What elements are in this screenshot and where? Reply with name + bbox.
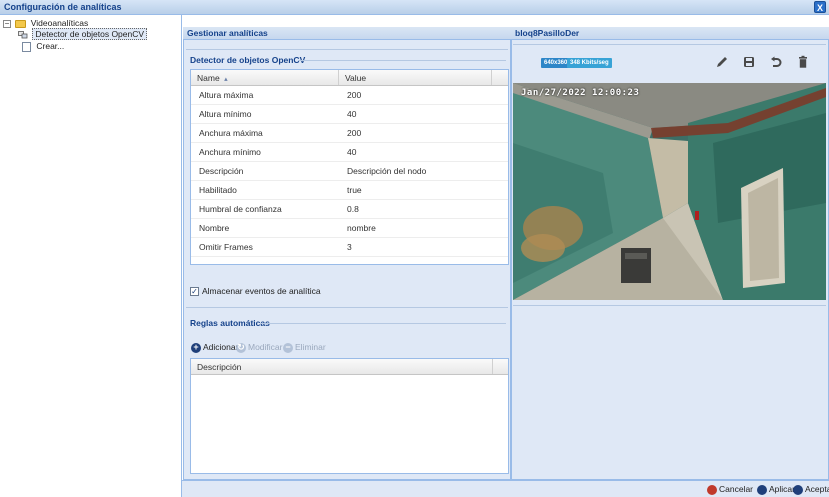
sort-ascending-icon: ▴ bbox=[224, 76, 228, 83]
plus-icon: + bbox=[191, 342, 201, 353]
window-titlebar: Configuración de analíticas X bbox=[0, 0, 829, 15]
undo-icon[interactable] bbox=[769, 55, 783, 69]
divider bbox=[186, 307, 508, 308]
minus-icon: − bbox=[283, 342, 293, 353]
divider bbox=[298, 60, 506, 61]
close-button[interactable]: X bbox=[814, 1, 826, 13]
add-rule-button[interactable]: + Adicionar bbox=[191, 341, 238, 353]
property-value[interactable]: 40 bbox=[339, 143, 492, 161]
property-value[interactable]: 200 bbox=[339, 86, 492, 104]
table-row[interactable]: Nombre nombre bbox=[191, 219, 508, 238]
table-row[interactable]: Anchura máxima 200 bbox=[191, 124, 508, 143]
property-value[interactable]: true bbox=[339, 181, 492, 199]
grid-header: Descripción bbox=[191, 359, 508, 375]
column-header-name[interactable]: Name ▴ bbox=[191, 70, 339, 85]
property-name: Anchura máxima bbox=[199, 128, 263, 138]
property-name: Altura mínimo bbox=[199, 109, 252, 119]
property-value[interactable]: 200 bbox=[339, 124, 492, 142]
modify-rule-label: Modificar bbox=[248, 342, 283, 352]
property-name: Descripción bbox=[199, 166, 244, 176]
add-rule-label: Adicionar bbox=[203, 342, 239, 352]
collapse-toggle[interactable]: − bbox=[3, 19, 11, 28]
property-name: Habilitado bbox=[199, 185, 237, 195]
property-value[interactable]: Descripción del nodo bbox=[339, 162, 492, 180]
cancel-icon bbox=[707, 484, 717, 495]
column-header-value[interactable]: Value bbox=[339, 70, 492, 85]
divider bbox=[186, 49, 508, 50]
delete-rule-button[interactable]: − Eliminar bbox=[283, 341, 326, 353]
manage-panel-header: Gestionar analíticas bbox=[183, 27, 511, 40]
table-row[interactable]: Anchura mínimo 40 bbox=[191, 143, 508, 162]
accept-label: Aceptar bbox=[805, 484, 829, 494]
camera-video-frame[interactable]: Jan/27/2022 12:00:23 bbox=[513, 83, 826, 300]
divider bbox=[260, 323, 506, 324]
table-row[interactable]: Altura mínimo 40 bbox=[191, 105, 508, 124]
detector-section-title: Detector de objetos OpenCV bbox=[190, 55, 306, 65]
apply-button[interactable]: Aplicar bbox=[757, 484, 795, 495]
properties-grid: Name ▴ Value Altura máxima 200 Altura míni… bbox=[190, 69, 509, 265]
column-header-spacer bbox=[493, 359, 508, 374]
property-name: Humbral de confianza bbox=[199, 204, 282, 214]
accept-button[interactable]: Aceptar bbox=[793, 484, 829, 495]
save-icon[interactable] bbox=[742, 55, 756, 69]
property-name: Altura máxima bbox=[199, 90, 254, 100]
cancel-label: Cancelar bbox=[719, 484, 754, 494]
rules-section-title: Reglas automáticas bbox=[190, 318, 270, 328]
store-events-checkbox[interactable]: ✓ bbox=[190, 287, 199, 296]
modify-rule-button[interactable]: ↻ Modificar bbox=[236, 341, 282, 353]
table-row[interactable]: Humbral de confianza 0.8 bbox=[191, 200, 508, 219]
analytics-tree: − Videoanalíticas Detector de objetos Op… bbox=[0, 15, 182, 497]
camera-panel-header: bloq8PasilloDer bbox=[511, 27, 829, 40]
property-name: Anchura mínimo bbox=[199, 147, 261, 157]
trash-icon[interactable] bbox=[796, 55, 810, 69]
property-value[interactable]: 3 bbox=[339, 238, 492, 256]
property-value[interactable]: 40 bbox=[339, 105, 492, 123]
property-value[interactable]: 0.8 bbox=[339, 200, 492, 218]
cancel-button[interactable]: Cancelar bbox=[707, 484, 753, 495]
table-row[interactable]: Descripción Descripción del nodo bbox=[191, 162, 508, 181]
property-value[interactable]: nombre bbox=[339, 219, 492, 237]
store-events-label: Almacenar eventos de analítica bbox=[202, 286, 321, 296]
table-row[interactable]: Omitir Frames 3 bbox=[191, 238, 508, 257]
window-title: Configuración de analíticas bbox=[4, 2, 122, 12]
dialog-footer: Cancelar Aplicar Aceptar bbox=[182, 480, 829, 497]
delete-rule-label: Eliminar bbox=[295, 342, 326, 352]
pencil-icon[interactable] bbox=[715, 55, 729, 69]
bitrate-badge: 348 Kbits/seg bbox=[567, 58, 612, 68]
grid-header: Name ▴ Value bbox=[191, 70, 508, 86]
folder-icon bbox=[15, 19, 27, 28]
divider bbox=[513, 44, 826, 45]
edit-icon: ↻ bbox=[236, 341, 246, 353]
property-name: Omitir Frames bbox=[199, 242, 253, 252]
tree-node-label: Detector de objetos OpenCV bbox=[32, 28, 148, 40]
column-header-spacer bbox=[492, 70, 508, 85]
property-name: Nombre bbox=[199, 223, 230, 233]
resolution-badge: 640x360 bbox=[541, 58, 571, 68]
video-timestamp: Jan/27/2022 12:00:23 bbox=[521, 88, 640, 98]
check-icon bbox=[793, 484, 803, 495]
document-icon bbox=[22, 41, 31, 52]
tree-node-label: Videoanalíticas bbox=[30, 18, 89, 28]
camera-scene-image bbox=[513, 83, 826, 300]
rules-grid: Descripción bbox=[190, 358, 509, 474]
tree-node-opencv-detector[interactable]: Detector de objetos OpenCV bbox=[18, 28, 148, 40]
column-label: Name bbox=[197, 73, 220, 83]
tree-node-create[interactable]: Crear... bbox=[22, 40, 64, 52]
apply-label: Aplicar bbox=[769, 484, 795, 494]
table-row[interactable]: Habilitado true bbox=[191, 181, 508, 200]
column-header-description[interactable]: Descripción bbox=[191, 359, 493, 374]
divider bbox=[513, 305, 826, 306]
tree-node-label: Crear... bbox=[36, 41, 65, 51]
analytics-node-icon bbox=[18, 30, 28, 39]
grid-body: Altura máxima 200 Altura mínimo 40 Anchura m… bbox=[191, 86, 508, 257]
table-row[interactable]: Altura máxima 200 bbox=[191, 86, 508, 105]
refresh-icon bbox=[757, 484, 767, 495]
